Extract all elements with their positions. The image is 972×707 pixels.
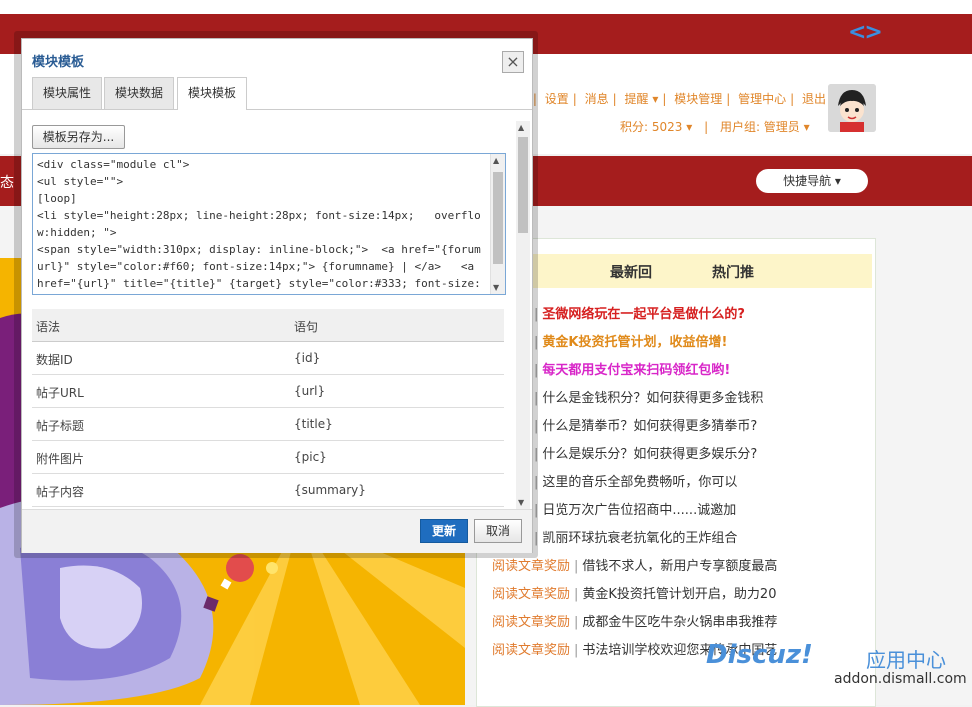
- list-item[interactable]: 阅读文章奖励 | 黄金K投资托管计划开启，助力20: [492, 583, 802, 602]
- thread-title-link[interactable]: 圣微网络玩在一起平台是做什么的?: [542, 307, 745, 322]
- list-item[interactable]: 们|圣微网络玩在一起平台是做什么的?: [517, 303, 827, 322]
- watermark-brand: Discuz!: [706, 640, 813, 670]
- thread-title-link[interactable]: 日览万次广告位招商中......诚邀加: [542, 503, 736, 518]
- header-syntax: 语法: [36, 320, 61, 334]
- table-row: 帖子标题 {title}: [32, 408, 504, 441]
- thread-title-link[interactable]: 什么是猜拳币？如何获得更多猜拳币?: [542, 419, 757, 434]
- list-item[interactable]: 阅读文章奖励 | 借钱不求人，新用户专享额度最高: [492, 555, 802, 574]
- separator: |: [574, 559, 579, 574]
- thread-title-link[interactable]: 这里的音乐全部免费畅听，你可以: [542, 475, 737, 490]
- list-item[interactable]: 们|什么是娱乐分？如何获得更多娱乐分?: [517, 443, 827, 462]
- row-label: 帖子内容: [36, 485, 85, 499]
- dialog-body: 模板另存为... <div class="module cl"> <ul sty…: [22, 111, 532, 509]
- dialog-scrollbar[interactable]: ▲ ▼: [516, 121, 530, 509]
- close-icon[interactable]: ×: [502, 51, 524, 73]
- points-link[interactable]: 积分: 5023 ▾: [620, 120, 692, 134]
- table-row: 帖子URL {url}: [32, 375, 504, 408]
- row-label: 附件图片: [36, 452, 85, 466]
- row-token: {url}: [294, 384, 326, 398]
- reminders-link[interactable]: 提醒 ▾: [625, 92, 659, 106]
- table-row: 数据ID {id}: [32, 342, 504, 375]
- thread-title-link[interactable]: 凯丽环球抗衰老抗氧化的王炸组合: [542, 531, 737, 546]
- row-label: 帖子标题: [36, 419, 85, 433]
- thread-title-link[interactable]: 成都金牛区吃牛杂火锅串串我推荐: [582, 615, 777, 630]
- thread-forum-link[interactable]: 阅读文章奖励: [492, 587, 570, 602]
- watermark-cn: 应用中心: [866, 648, 946, 672]
- template-code-textarea[interactable]: <div class="module cl"> <ul style=""> [l…: [32, 153, 506, 295]
- thread-title-link[interactable]: 黄金K投资托管计划开启，助力20: [582, 587, 776, 602]
- separator: |: [574, 643, 579, 658]
- row-label: 数据ID: [36, 353, 73, 367]
- tab-hot[interactable]: 热门推: [712, 262, 754, 282]
- tab-module-data[interactable]: 模块数据: [104, 77, 175, 109]
- thread-title-link[interactable]: 借钱不求人，新用户专享额度最高: [582, 559, 777, 574]
- settings-link[interactable]: 设置: [545, 92, 569, 106]
- logout-link[interactable]: 退出: [802, 92, 826, 106]
- code-scroll-thumb[interactable]: [493, 172, 503, 264]
- list-item[interactable]: 们|什么是猜拳币？如何获得更多猜拳币?: [517, 415, 827, 434]
- row-token: {id}: [294, 351, 321, 365]
- tab-latest-replies[interactable]: 最新回: [610, 262, 652, 282]
- points-line: 积分: 5023 ▾ | 用户组: 管理员 ▾: [620, 120, 810, 134]
- header-statement: 语句: [294, 320, 319, 334]
- thread-forum-link[interactable]: 阅读文章奖励: [492, 559, 570, 574]
- code-brackets-icon[interactable]: <>: [848, 20, 883, 45]
- thread-title-link[interactable]: 黄金K投资托管计划，收益倍增!: [542, 335, 727, 350]
- separator: |: [574, 587, 579, 602]
- module-template-dialog: 模块模板 × 模块属性 模块数据 模块模板 模板另存为... <div clas…: [21, 38, 533, 553]
- avatar[interactable]: [828, 84, 876, 132]
- nav-item-partial[interactable]: 态: [0, 172, 14, 192]
- dialog-tabs: 模块属性 模块数据 模块模板: [22, 77, 532, 110]
- dialog-footer: 更新 取消: [22, 509, 532, 553]
- thread-forum-link[interactable]: 阅读文章奖励: [492, 643, 570, 658]
- tab-module-template[interactable]: 模块模板: [177, 77, 248, 110]
- dialog-scroll-thumb[interactable]: [518, 137, 528, 233]
- tab-module-properties[interactable]: 模块属性: [32, 77, 103, 109]
- thread-title-link[interactable]: 什么是金钱积分？如何获得更多金钱积: [542, 391, 763, 406]
- list-item[interactable]: 们|什么是金钱积分？如何获得更多金钱积: [517, 387, 827, 406]
- code-scrollbar[interactable]: ▲ ▼: [490, 154, 505, 294]
- scroll-up-icon[interactable]: ▲: [518, 123, 524, 132]
- thread-forum-link[interactable]: 阅读文章奖励: [492, 615, 570, 630]
- thread-title-link[interactable]: 什么是娱乐分？如何获得更多娱乐分?: [542, 447, 757, 462]
- messages-link[interactable]: 消息: [585, 92, 609, 106]
- template-code-text[interactable]: <div class="module cl"> <ul style=""> [l…: [37, 156, 487, 294]
- usergroup-link[interactable]: 用户组: 管理员 ▾: [720, 120, 810, 134]
- separator: |: [574, 615, 579, 630]
- quick-nav-button[interactable]: 快捷导航 ▾: [756, 169, 868, 193]
- update-button[interactable]: 更新: [420, 519, 468, 543]
- dialog-title: 模块模板: [32, 55, 85, 70]
- save-template-as-button[interactable]: 模板另存为...: [32, 125, 125, 149]
- table-row: 附件图片 {pic}: [32, 441, 504, 474]
- browser-top-strip: [0, 0, 972, 15]
- scroll-down-icon[interactable]: ▼: [518, 498, 524, 507]
- row-token: {summary}: [294, 483, 366, 497]
- admin-center-link[interactable]: 管理中心: [738, 92, 786, 106]
- row-token: {title}: [294, 417, 333, 431]
- cancel-button[interactable]: 取消: [474, 519, 522, 543]
- user-links: ▾ | 设置| 消息| 提醒 ▾| 模块管理| 管理中心| 退出: [522, 90, 829, 107]
- thread-title-link[interactable]: 每天都用支付宝来扫码领红包哟!: [542, 363, 730, 378]
- row-token: {pic}: [294, 450, 327, 464]
- scroll-up-icon[interactable]: ▲: [493, 156, 499, 165]
- table-row: 帖子内容 {summary}: [32, 474, 504, 507]
- list-item[interactable]: 阅读文章奖励 | 成都金牛区吃牛杂火锅串串我推荐: [492, 611, 802, 630]
- row-label: 帖子URL: [36, 386, 84, 400]
- syntax-table-header: 语法 语句: [32, 309, 504, 342]
- watermark-domain: addon.dismall.com: [834, 671, 967, 687]
- module-admin-link[interactable]: 模块管理: [674, 92, 722, 106]
- scroll-down-icon[interactable]: ▼: [493, 283, 499, 292]
